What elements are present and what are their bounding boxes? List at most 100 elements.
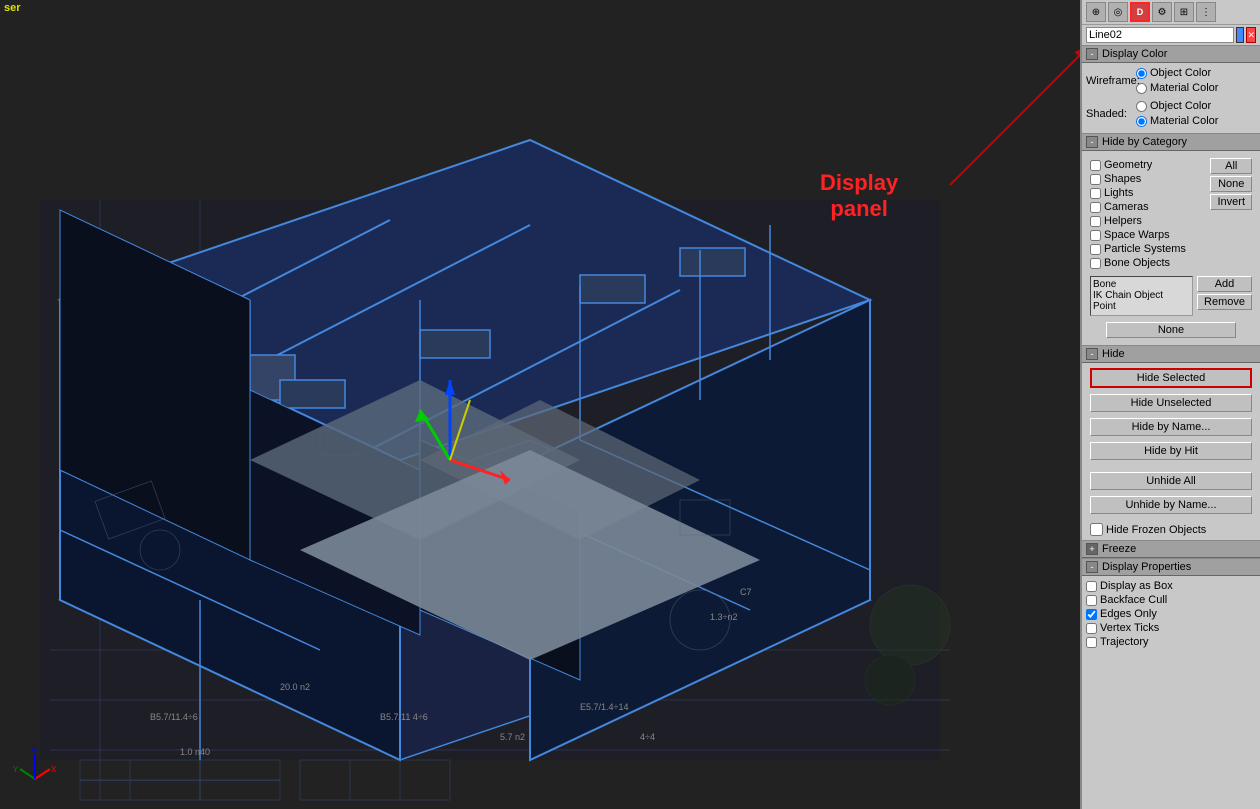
hide-by-name-button[interactable]: Hide by Name... [1090,418,1252,436]
lights-checkbox[interactable] [1090,188,1101,199]
none-btn-bottom[interactable]: None [1106,322,1236,338]
wireframe-row: Wireframe: Object Color Material Color [1086,66,1256,95]
display-color-header[interactable]: - Display Color [1082,45,1260,63]
svg-text:4÷4: 4÷4 [640,732,655,742]
viewport[interactable]: B5.7/11.4÷6 20.0 n2 B5.7/11 4÷6 5.7 n2 E… [0,0,1080,809]
unhide-all-button[interactable]: Unhide All [1090,472,1252,490]
geometry-checkbox[interactable] [1090,160,1101,171]
svg-text:1.3÷n2: 1.3÷n2 [710,612,737,622]
collapse-btn[interactable]: - [1086,48,1098,60]
wireframe-label: Wireframe: [1086,75,1136,87]
unhide-by-name-row: Unhide by Name... [1086,494,1256,518]
all-button[interactable]: All [1210,158,1252,174]
remove-button[interactable]: Remove [1197,294,1252,310]
freeze-collapse[interactable]: + [1086,543,1098,555]
settings-icon[interactable]: ⋮ [1196,2,1216,22]
hide-content: Hide Selected Hide Unselected Hide by Na… [1082,363,1260,540]
bone-item-2: IK Chain Object [1093,290,1190,301]
particle-systems-checkbox[interactable] [1090,244,1101,255]
display-color-content: Wireframe: Object Color Material Color S… [1082,63,1260,133]
none-button[interactable]: None [1210,176,1252,192]
hide-by-hit-row: Hide by Hit [1086,440,1256,464]
shaded-material-color-row: Material Color [1136,114,1218,128]
hierarchy-icon[interactable]: ⊕ [1086,2,1106,22]
hide-category-collapse[interactable]: - [1086,136,1098,148]
viewport-label: ser [4,2,21,14]
unhide-by-name-button[interactable]: Unhide by Name... [1090,496,1252,514]
space-warps-row: Space Warps [1090,228,1252,242]
bone-objects-label: Bone Objects [1104,257,1170,269]
panel-toolbar: ⊕ ◎ D ⚙ ⊞ ⋮ [1082,0,1260,25]
shapes-checkbox[interactable] [1090,174,1101,185]
hide-by-name-row: Hide by Name... [1086,416,1256,440]
hide-selected-button[interactable]: Hide Selected [1090,368,1252,388]
geometry-row: Geometry [1090,158,1206,172]
unhide-all-row: Unhide All [1086,470,1256,494]
bone-item-1: Bone [1093,279,1190,290]
display-icon active[interactable]: D [1130,2,1150,22]
particle-systems-label: Particle Systems [1104,243,1186,255]
hide-frozen-label: Hide Frozen Objects [1106,524,1206,536]
shaded-material-label: Material Color [1150,115,1218,127]
trajectory-checkbox[interactable] [1086,637,1097,648]
shaded-object-label: Object Color [1150,100,1211,112]
shaded-material-radio[interactable] [1136,116,1147,127]
helpers-checkbox[interactable] [1090,216,1101,227]
wireframe-options: Object Color Material Color [1136,66,1218,95]
display-props-header[interactable]: - Display Properties [1082,558,1260,576]
display-props-collapse[interactable]: - [1086,561,1098,573]
svg-text:Z: Z [32,744,37,753]
edges-only-label: Edges Only [1100,608,1157,620]
svg-text:B5.7/11 4÷6: B5.7/11 4÷6 [380,712,428,722]
backface-cull-checkbox[interactable] [1086,595,1097,606]
wireframe-material-radio[interactable] [1136,83,1147,94]
hide-header[interactable]: - Hide [1082,345,1260,363]
add-button[interactable]: Add [1197,276,1252,292]
edges-only-checkbox[interactable] [1086,609,1097,620]
bone-area: Bone IK Chain Object Point Add Remove [1086,273,1256,319]
right-panel: ⊕ ◎ D ⚙ ⊞ ⋮ ✕ - Display Color Wireframe:… [1080,0,1260,809]
particle-systems-row: Particle Systems [1090,242,1252,256]
category-buttons: All None Invert [1210,158,1252,210]
display-as-box-checkbox[interactable] [1086,581,1097,592]
svg-text:Y: Y [13,765,19,774]
lights-label: Lights [1104,187,1133,199]
utility-icon[interactable]: ⚙ [1152,2,1172,22]
freeze-header[interactable]: + Freeze [1082,540,1260,558]
bone-objects-row: Bone Objects [1090,256,1252,270]
hide-by-hit-button[interactable]: Hide by Hit [1090,442,1252,460]
hide-collapse[interactable]: - [1086,348,1098,360]
edges-only-row: Edges Only [1086,607,1256,621]
display-as-box-row: Display as Box [1086,579,1256,593]
hide-by-category-title: Hide by Category [1102,136,1187,148]
axis-indicator: X Y Z [10,739,60,789]
bone-list: Bone IK Chain Object Point [1090,276,1193,316]
hide-by-category-header[interactable]: - Hide by Category [1082,133,1260,151]
space-warps-label: Space Warps [1104,229,1170,241]
space-warps-checkbox[interactable] [1090,230,1101,241]
cameras-checkbox[interactable] [1090,202,1101,213]
utility2-icon[interactable]: ⊞ [1174,2,1194,22]
shaded-object-color-row: Object Color [1136,99,1218,113]
trajectory-label: Trajectory [1100,636,1149,648]
hide-title: Hide [1102,348,1125,360]
shapes-row: Shapes [1090,172,1206,186]
helpers-label: Helpers [1104,215,1142,227]
cameras-row: Cameras [1090,200,1206,214]
svg-text:X: X [51,765,57,774]
hide-unselected-button[interactable]: Hide Unselected [1090,394,1252,412]
invert-button[interactable]: Invert [1210,194,1252,210]
bone-objects-checkbox[interactable] [1090,258,1101,269]
vertex-ticks-checkbox[interactable] [1086,623,1097,634]
hide-frozen-checkbox[interactable] [1090,523,1103,536]
shaded-object-radio[interactable] [1136,101,1147,112]
helpers-row: Helpers [1090,214,1252,228]
color-swatch[interactable] [1236,27,1244,43]
wireframe-material-label: Material Color [1150,82,1218,94]
motion-icon[interactable]: ◎ [1108,2,1128,22]
delete-button[interactable]: ✕ [1246,27,1256,43]
wireframe-object-radio[interactable] [1136,68,1147,79]
shaded-options: Object Color Material Color [1136,99,1218,128]
object-name-input[interactable] [1086,27,1234,43]
lights-row: Lights [1090,186,1206,200]
